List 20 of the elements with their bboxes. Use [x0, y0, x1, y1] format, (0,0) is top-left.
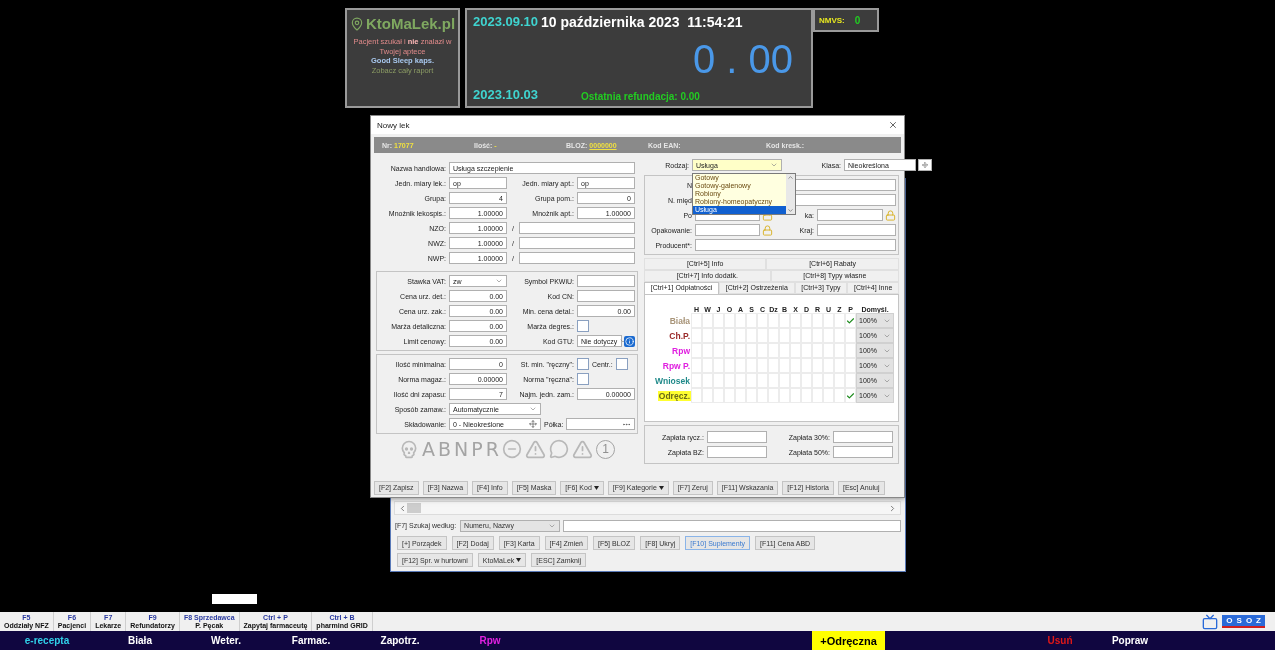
marker-letter: N — [454, 438, 469, 460]
row-label: Ch.P. — [668, 330, 691, 341]
marker-letter: R — [485, 438, 499, 460]
row-label: Wniosek — [654, 375, 691, 386]
total-amount: 0 . 00 — [692, 38, 793, 80]
start-date: 2023.09.10 — [473, 14, 540, 29]
brand-logo: KtoMaLek.pl — [365, 15, 456, 32]
nmvs-label: NMVS: — [819, 15, 845, 25]
window-title: Nowy lek — [377, 120, 410, 130]
nmvs-count: 0 — [854, 14, 861, 26]
current-datetime: 10 października 2023 11:54:21 — [541, 14, 744, 32]
row-label: Rpw P. — [661, 360, 691, 371]
end-date: 2023.10.03 — [473, 87, 540, 102]
marker-letter: B — [438, 438, 452, 460]
marker-letter: P — [471, 438, 483, 460]
row-label: Biała — [668, 315, 691, 326]
marker-letter: A — [422, 438, 436, 460]
last-refund-text: Ostatnia refundacja: 0.00 — [581, 91, 701, 102]
row-label: Odręcz. — [657, 390, 691, 401]
row-label: Rpw — [671, 345, 691, 356]
